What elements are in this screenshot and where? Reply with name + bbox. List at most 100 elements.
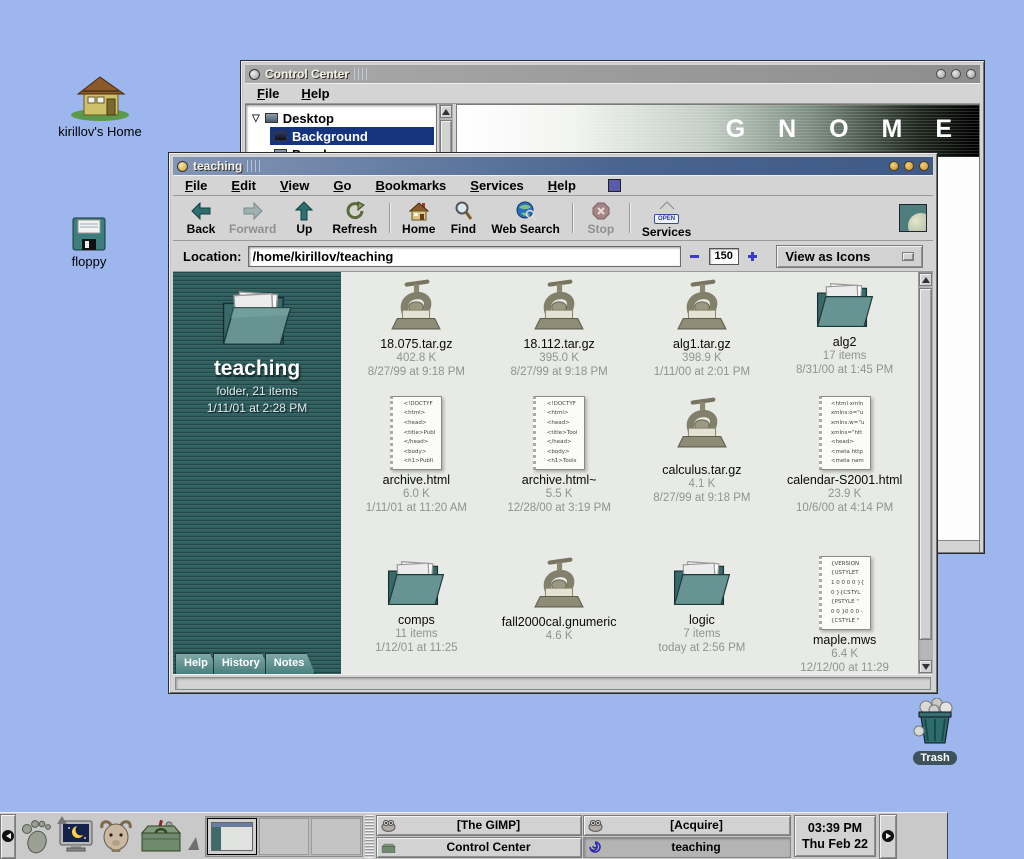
tree-item-background[interactable]: Background [270, 127, 434, 145]
targz-icon [677, 278, 727, 334]
tab-notes[interactable]: Notes [265, 653, 316, 674]
scroll-up-icon[interactable] [919, 273, 932, 286]
file-item[interactable]: alg2 17 items 8/31/00 at 1:45 PM [773, 278, 916, 396]
menu-view[interactable]: View [280, 178, 309, 193]
up-button[interactable]: Up [282, 197, 326, 239]
tree-item-desktop[interactable]: ▽ Desktop [248, 109, 434, 127]
file-item[interactable]: alg1.tar.gz 398.9 K 1/11/00 at 2:01 PM [631, 278, 774, 396]
control-center-titlebar[interactable]: Control Center [245, 65, 980, 83]
desktop-icon-home[interactable]: kirillov's Home [52, 72, 148, 139]
open-sign-text: OPEN [654, 214, 679, 224]
teaching-titlebar[interactable]: teaching [173, 157, 933, 175]
desktop-3-cell[interactable] [311, 818, 361, 855]
menu-bookmarks[interactable]: Bookmarks [375, 178, 446, 193]
targz-icon [391, 278, 441, 334]
gnu-emacs-launcher[interactable] [96, 815, 136, 857]
menu-file[interactable]: File [185, 178, 207, 193]
menu-help[interactable]: Help [301, 86, 329, 101]
task-acquire[interactable]: [Acquire] [583, 815, 791, 836]
control-center-launcher[interactable] [136, 815, 186, 857]
services-open-sign-icon [654, 197, 680, 213]
maximize-button[interactable] [904, 161, 914, 171]
forward-button[interactable]: Forward [223, 197, 282, 239]
clock-date: Thu Feb 22 [802, 836, 868, 852]
back-button[interactable]: Back [179, 197, 223, 239]
tasklist-handle[interactable] [365, 815, 374, 858]
refresh-icon [345, 201, 365, 221]
find-icon [454, 201, 472, 221]
menu-go[interactable]: Go [333, 178, 351, 193]
file-item[interactable]: comps 11 items 1/12/01 at 11:25 [345, 556, 488, 674]
stop-button[interactable]: Stop [579, 197, 623, 239]
task-list: [The GIMP] [Acquire] Control Center teac… [376, 815, 791, 858]
file-view-scrollbar[interactable] [918, 272, 933, 674]
teaching-window[interactable]: teaching File Edit View Go Bookmarks Ser… [168, 152, 938, 694]
folder-icon [671, 556, 733, 610]
clock-applet[interactable]: 03:39 PM Thu Feb 22 [794, 815, 876, 857]
hide-right-arrow-icon [882, 830, 894, 842]
file-item[interactable]: 18.112.tar.gz 395.0 K 8/27/99 at 9:18 PM [488, 278, 631, 396]
teaching-menubar: File Edit View Go Bookmarks Services Hel… [173, 175, 933, 196]
find-button[interactable]: Find [441, 197, 485, 239]
maximize-button[interactable] [951, 69, 961, 79]
panel-hide-left-button[interactable] [0, 814, 16, 859]
home-button[interactable]: Home [396, 197, 441, 239]
home-icon-label: kirillov's Home [52, 124, 148, 139]
file-item[interactable]: logic 7 items today at 2:56 PM [631, 556, 774, 674]
file-item[interactable]: <!DOCTYF <html> <head> <title>Tool </hea… [488, 396, 631, 556]
menu-applet-square[interactable] [608, 179, 621, 192]
task-teaching[interactable]: teaching [583, 837, 791, 858]
zoom-in-button[interactable] [745, 248, 761, 264]
minimize-button[interactable] [889, 161, 899, 171]
forward-icon [243, 201, 263, 221]
control-center-menubar: File Help [245, 83, 980, 104]
file-icon-view[interactable]: 18.075.tar.gz 402.8 K 8/27/99 at 9:18 PM… [341, 272, 918, 674]
scroll-up-icon[interactable] [440, 105, 452, 118]
location-label: Location: [183, 249, 242, 264]
file-item[interactable]: {VERSION {USTYLET 1 0 0 0 0 }{ 0 }{CSTYL… [773, 556, 916, 674]
tree-expander-icon[interactable]: ▽ [252, 113, 260, 124]
close-button[interactable] [966, 69, 976, 79]
task-control-center[interactable]: Control Center [376, 837, 582, 858]
window-menu-icon[interactable] [177, 161, 188, 172]
drawer-arrow-icon[interactable] [188, 837, 199, 850]
menu-indicator-icon [57, 816, 67, 824]
clock-time: 03:39 PM [808, 820, 862, 836]
desk-guide-pager[interactable] [205, 816, 363, 857]
menu-file[interactable]: File [257, 86, 279, 101]
menu-services[interactable]: Services [470, 178, 524, 193]
desktop-icon-trash[interactable]: Trash [905, 698, 965, 766]
desktop-category-icon [265, 113, 278, 123]
file-item[interactable]: <html xmln xmlns:o="u xmlns:w="u xmlns="… [773, 396, 916, 556]
zoom-out-button[interactable] [687, 248, 703, 264]
scroll-down-icon[interactable] [919, 660, 932, 673]
menu-edit[interactable]: Edit [231, 178, 256, 193]
window-menu-icon[interactable] [249, 69, 260, 80]
services-button[interactable]: OPEN Services [636, 197, 697, 239]
refresh-button[interactable]: Refresh [326, 197, 383, 239]
main-menu-button[interactable] [16, 815, 56, 857]
close-button[interactable] [919, 161, 929, 171]
desktop-1-thumbnail [211, 822, 253, 851]
desktop-2-cell[interactable] [259, 818, 309, 855]
location-input[interactable] [248, 246, 682, 267]
tab-history[interactable]: History [213, 653, 271, 674]
view-mode-dropdown[interactable]: View as Icons [776, 245, 923, 268]
minimize-button[interactable] [936, 69, 946, 79]
teaching-toolbar: Back Forward Up Refresh [173, 196, 933, 241]
gimp-wilber-icon [588, 819, 603, 832]
location-bar: Location: 150 View as Icons [173, 241, 933, 272]
file-item[interactable]: calculus.tar.gz 4.1 K 8/27/99 at 9:18 PM [631, 396, 774, 556]
task-gimp[interactable]: [The GIMP] [376, 815, 582, 836]
desktop-icon-floppy[interactable]: floppy [58, 216, 120, 269]
tab-help[interactable]: Help [175, 653, 219, 674]
scrollbar-thumb[interactable] [919, 288, 932, 640]
menu-help[interactable]: Help [548, 178, 576, 193]
panel-hide-right-button[interactable] [879, 814, 897, 859]
file-item[interactable]: <!DOCTYF <html> <head> <title>Publ </hea… [345, 396, 488, 556]
desktop-1-cell[interactable] [207, 818, 257, 855]
file-item[interactable]: 18.075.tar.gz 402.8 K 8/27/99 at 9:18 PM [345, 278, 488, 396]
html-document-icon: <!DOCTYF <html> <head> <title>Tool </hea… [533, 396, 585, 470]
file-item[interactable]: fall2000cal.gnumeric 4.6 K [488, 556, 631, 674]
web-search-button[interactable]: Web Search [485, 197, 565, 239]
